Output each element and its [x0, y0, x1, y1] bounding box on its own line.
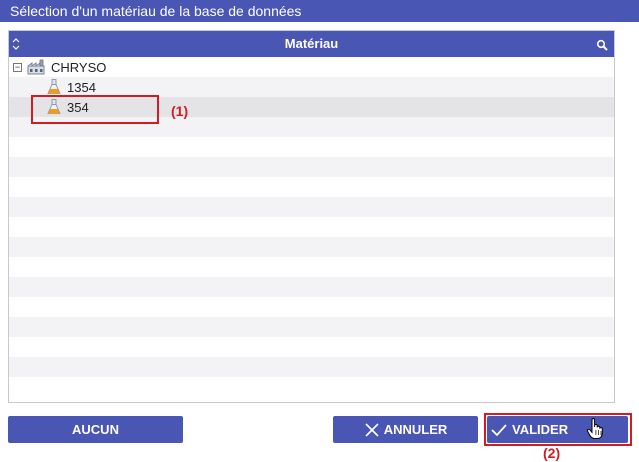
sort-icon[interactable]	[12, 36, 20, 52]
dialog-title: Sélection d'un matériau de la base de do…	[0, 0, 639, 22]
callout-label-step1: (1)	[171, 103, 189, 119]
tree-row-1354[interactable]: 1354	[9, 77, 614, 97]
none-button-label: AUCUN	[72, 422, 119, 437]
empty-row	[9, 357, 614, 377]
cancel-button[interactable]: ANNULER	[333, 416, 478, 443]
empty-row	[9, 317, 614, 337]
hand-cursor-icon	[586, 417, 604, 445]
empty-row	[9, 137, 614, 157]
material-selection-dialog: Sélection d'un matériau de la base de do…	[0, 0, 639, 462]
empty-row	[9, 237, 614, 257]
collapse-toggle[interactable]: −	[13, 62, 22, 72]
empty-row	[9, 217, 614, 237]
empty-row	[9, 337, 614, 357]
empty-row	[9, 377, 614, 397]
empty-row	[9, 277, 614, 297]
empty-row	[9, 157, 614, 177]
tree-row-root[interactable]: − CHRYSO	[9, 57, 614, 77]
material-grid: Matériau − CHRYSO 1354 354	[8, 30, 615, 403]
empty-row	[9, 177, 614, 197]
empty-row	[9, 197, 614, 217]
callout-box-step2	[484, 413, 632, 446]
none-button[interactable]: AUCUN	[8, 416, 183, 443]
empty-row	[9, 297, 614, 317]
search-icon[interactable]	[596, 38, 608, 51]
tree-node-label: CHRYSO	[51, 59, 107, 75]
tree-node-label: 1354	[67, 79, 96, 95]
callout-label-step2: (2)	[543, 445, 561, 461]
close-icon	[364, 422, 380, 438]
callout-box-step1	[31, 95, 159, 124]
cancel-button-label: ANNULER	[383, 422, 448, 437]
factory-icon	[27, 59, 45, 75]
grid-header: Matériau	[9, 31, 614, 57]
empty-row	[9, 257, 614, 277]
flask-icon	[47, 79, 61, 95]
column-header-material[interactable]: Matériau	[9, 31, 614, 57]
